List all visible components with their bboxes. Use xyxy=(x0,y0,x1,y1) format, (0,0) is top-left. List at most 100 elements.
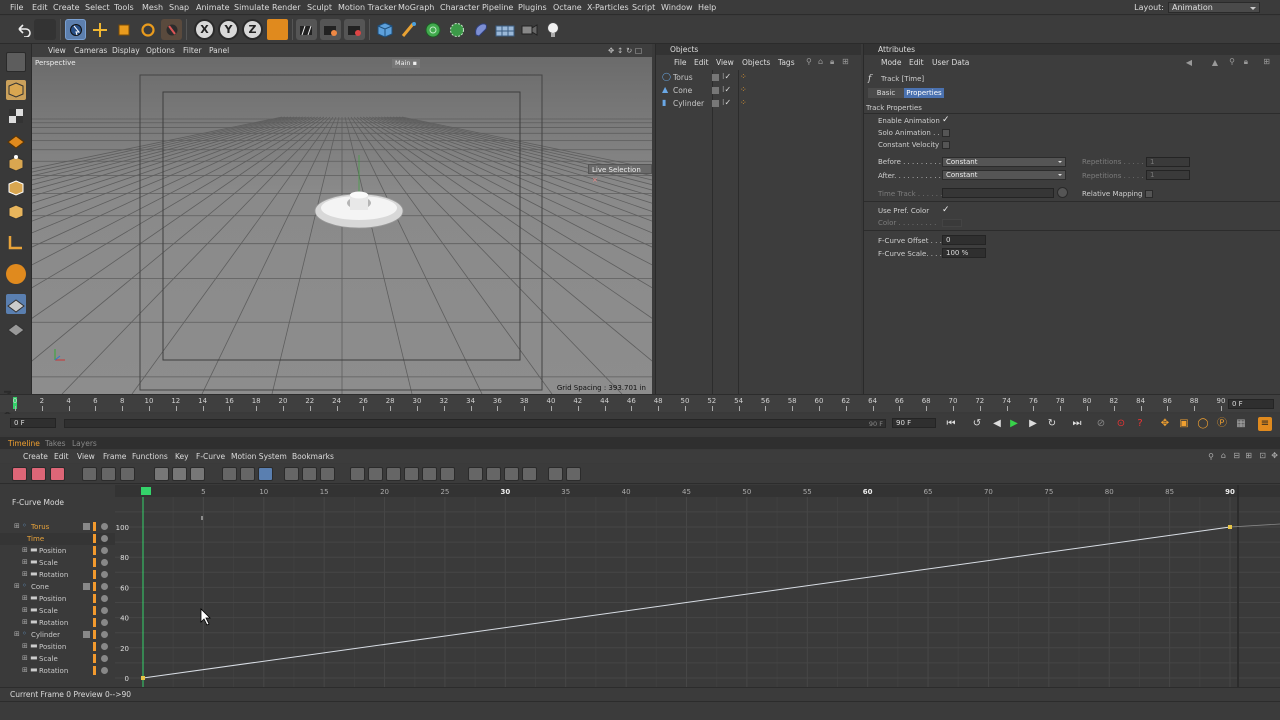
zero-angle-icon[interactable] xyxy=(422,467,437,481)
expand-toggle-icon[interactable]: ⊞ xyxy=(22,642,28,650)
next-frame-icon[interactable]: ▶ xyxy=(1026,417,1040,431)
previous-frame-icon[interactable]: ◀ xyxy=(990,417,1004,431)
key-point-start[interactable] xyxy=(141,676,145,680)
record-keys-icon[interactable]: ⊘ xyxy=(1094,417,1108,431)
perspective-viewport[interactable]: View Cameras Display Options Filter Panel ✥ ↕ ↻ □… xyxy=(32,44,652,394)
menu-item-plugins[interactable]: Plugins xyxy=(518,3,547,12)
track-enable-dot[interactable] xyxy=(101,571,108,578)
next-key-icon[interactable]: ↻ xyxy=(1045,417,1059,431)
step-icon[interactable] xyxy=(240,467,255,481)
track-enable-dot[interactable] xyxy=(101,631,108,638)
rotate-tool-icon[interactable] xyxy=(137,19,158,40)
after-select[interactable]: Constant xyxy=(942,170,1066,180)
tab-takes[interactable]: Takes xyxy=(45,439,66,448)
key-pla-icon[interactable]: ▦ xyxy=(1234,417,1248,431)
menu-item-edit[interactable]: Edit xyxy=(32,3,48,12)
menu-item-octane[interactable]: Octane xyxy=(553,3,582,12)
objects-menu-file[interactable]: File xyxy=(674,58,687,67)
tree-label[interactable]: Rotation xyxy=(39,667,68,675)
model-mode-icon[interactable] xyxy=(6,80,26,100)
viewport-menu-display[interactable]: Display xyxy=(112,46,140,55)
add-point-icon[interactable] xyxy=(172,467,187,481)
delete-key-icon[interactable] xyxy=(190,467,205,481)
tree-label[interactable]: Rotation xyxy=(39,571,68,579)
menu-item-motion-tracker[interactable]: Motion Tracker xyxy=(338,3,397,12)
ease-ease-icon[interactable] xyxy=(320,467,335,481)
preview-icon[interactable] xyxy=(566,467,581,481)
linear-icon[interactable] xyxy=(222,467,237,481)
track-enable-dot[interactable] xyxy=(101,619,108,626)
tree-label[interactable]: Rotation xyxy=(39,619,68,627)
track-enable-dot[interactable] xyxy=(101,559,108,566)
select-tool-icon[interactable] xyxy=(65,19,86,40)
move-panel-icon[interactable]: ✥ xyxy=(1271,451,1278,460)
points-mode-icon[interactable] xyxy=(6,154,26,174)
enable-animation-check[interactable]: ✓ xyxy=(942,115,950,125)
attributes-menu-user-data[interactable]: User Data xyxy=(932,58,969,67)
search-icon[interactable]: ⚲ xyxy=(1208,452,1214,461)
current-frame-field[interactable]: 0 F xyxy=(1228,399,1274,409)
repetitions-field-2[interactable]: 1 xyxy=(1146,170,1190,180)
key-point-end[interactable] xyxy=(1228,525,1232,529)
track-enable-dot[interactable] xyxy=(101,655,108,662)
tab-timeline[interactable]: Timeline xyxy=(8,439,40,448)
planar-workplane-icon[interactable] xyxy=(6,318,26,338)
key-scale-icon[interactable]: ▣ xyxy=(1177,417,1191,431)
tree-label[interactable]: Scale xyxy=(39,559,58,567)
home-icon[interactable]: ⌂ xyxy=(818,57,823,66)
tree-label[interactable]: Cylinder xyxy=(31,631,60,639)
key-mode-icon[interactable] xyxy=(12,467,27,481)
go-to-end-icon[interactable]: ⏭ xyxy=(1070,417,1084,431)
before-select[interactable]: Constant xyxy=(942,157,1066,167)
spline-icon[interactable] xyxy=(258,467,273,481)
tangent-lock-icon[interactable] xyxy=(350,467,365,481)
viewport-menu-view[interactable]: View xyxy=(48,46,66,55)
y-axis-lock-button[interactable]: Y xyxy=(218,19,239,40)
menu-item-create[interactable]: Create xyxy=(53,3,80,12)
timeline-playhead-marker[interactable] xyxy=(141,487,151,495)
ease-out-icon[interactable] xyxy=(302,467,317,481)
expand-toggle-icon[interactable]: ⊞ xyxy=(22,546,28,554)
viewport-menu-options[interactable]: Options xyxy=(146,46,175,55)
texture-mode-icon[interactable] xyxy=(6,106,26,126)
expand-toggle-icon[interactable]: ⊞ xyxy=(22,618,28,626)
subdivision-surface-icon[interactable] xyxy=(422,19,443,40)
viewport-zoom-icon[interactable]: ↕ xyxy=(617,46,623,55)
tree-row[interactable]: ⊞ ▬ Scale xyxy=(0,605,115,617)
objects-menu-objects[interactable]: Objects xyxy=(742,58,770,67)
tree-row[interactable]: ⊞ ▬ Position xyxy=(0,593,115,605)
menu-item-file[interactable]: File xyxy=(10,3,23,12)
timeline-menu-edit[interactable]: Edit xyxy=(54,452,69,461)
timeline-menu-key[interactable]: Key xyxy=(175,452,189,461)
visibility-toggle[interactable] xyxy=(712,74,719,81)
expand-toggle-icon[interactable]: ⊞ xyxy=(22,594,28,602)
menu-item-character[interactable]: Character xyxy=(440,3,480,12)
object-row[interactable]: ▲ Cone ⁝✓ ⁘ xyxy=(662,85,858,97)
new-panel-icon[interactable]: ⊞ xyxy=(1263,57,1270,66)
redo-icon[interactable] xyxy=(34,19,56,40)
object-name[interactable]: Cone xyxy=(673,86,692,95)
go-to-start-icon[interactable]: ⏮ xyxy=(944,417,958,431)
cube-primitive-icon[interactable] xyxy=(374,19,395,40)
auto-key-icon[interactable]: ? xyxy=(1133,417,1147,431)
polygons-mode-icon[interactable] xyxy=(6,202,26,222)
coordinate-system-icon[interactable] xyxy=(267,19,288,40)
range-slider[interactable]: 90 F xyxy=(64,419,886,428)
object-name[interactable]: Torus xyxy=(673,73,693,82)
tree-row[interactable]: ⊞ ◦ Cylinder xyxy=(0,629,115,641)
enable-check-icon[interactable]: ⁝✓ xyxy=(722,72,731,81)
track-enable-dot[interactable] xyxy=(101,595,108,602)
camera-icon[interactable] xyxy=(518,19,539,40)
timeline-menu-frame[interactable]: Frame xyxy=(103,452,126,461)
timeline-menu-functions[interactable]: Functions xyxy=(132,452,168,461)
snap-icon[interactable] xyxy=(6,264,26,284)
tree-label[interactable]: Cone xyxy=(31,583,49,591)
tab-basic[interactable]: Basic xyxy=(868,88,904,98)
constant-velocity-check[interactable] xyxy=(942,141,950,149)
tree-label[interactable]: Position xyxy=(39,547,66,555)
timeline-menu-bookmarks[interactable]: Bookmarks xyxy=(292,452,334,461)
expand-toggle-icon[interactable]: ⊞ xyxy=(22,606,28,614)
axis-mode-icon[interactable] xyxy=(6,232,26,252)
render-view-icon[interactable] xyxy=(296,19,317,40)
viewport-maximize-icon[interactable]: □ xyxy=(635,46,642,55)
